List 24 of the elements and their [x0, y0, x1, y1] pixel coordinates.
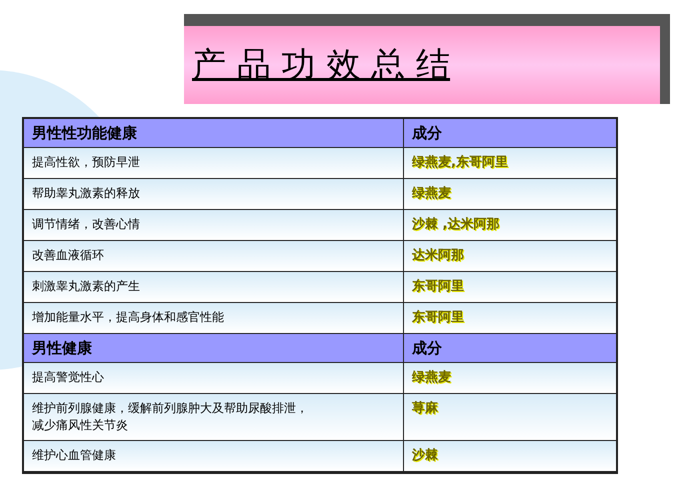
- header-cell-text: 成分: [410, 338, 443, 359]
- slide-title: 产 品 功 效 总 结: [192, 48, 450, 82]
- benefit-text: 维护心血管健康: [32, 447, 116, 464]
- header-cell: 男性性功能健康: [24, 119, 404, 147]
- ingredient-text: 达米阿那: [412, 247, 464, 264]
- ingredient-text: 绿燕麦,东哥阿里: [412, 154, 508, 171]
- benefit-text: 改善血液循环: [32, 247, 104, 264]
- ingredient-text: 沙棘: [412, 447, 438, 464]
- benefit-text: 维护前列腺健康，缓解前列腺肿大及帮助尿酸排泄，: [32, 400, 308, 417]
- ingredient-text: 绿燕麦: [412, 369, 451, 386]
- ingredient-text: 荨麻: [412, 400, 438, 417]
- benefit-text: 增加能量水平，提高身体和感官性能: [32, 309, 224, 326]
- ingredient-text: 东哥阿里: [412, 278, 464, 295]
- benefit-text: 提高警觉性心: [32, 369, 104, 386]
- header-cell: 男性健康: [24, 334, 404, 362]
- ingredient-text: 沙棘 ,达米阿那: [412, 216, 500, 233]
- benefit-text: 减少痛风性关节炎: [32, 417, 128, 434]
- benefit-text: 提高性欲，预防早泄: [32, 154, 140, 171]
- header-cell-text: 成分: [410, 122, 443, 144]
- benefit-text: 帮助睾丸激素的释放: [32, 185, 140, 202]
- ingredient-text: 东哥阿里: [412, 309, 464, 326]
- benefit-text: 刺激睾丸激素的产生: [32, 278, 140, 295]
- benefit-text: 调节情绪，改善心情: [32, 216, 140, 233]
- ingredient-text: 绿燕麦: [412, 185, 451, 202]
